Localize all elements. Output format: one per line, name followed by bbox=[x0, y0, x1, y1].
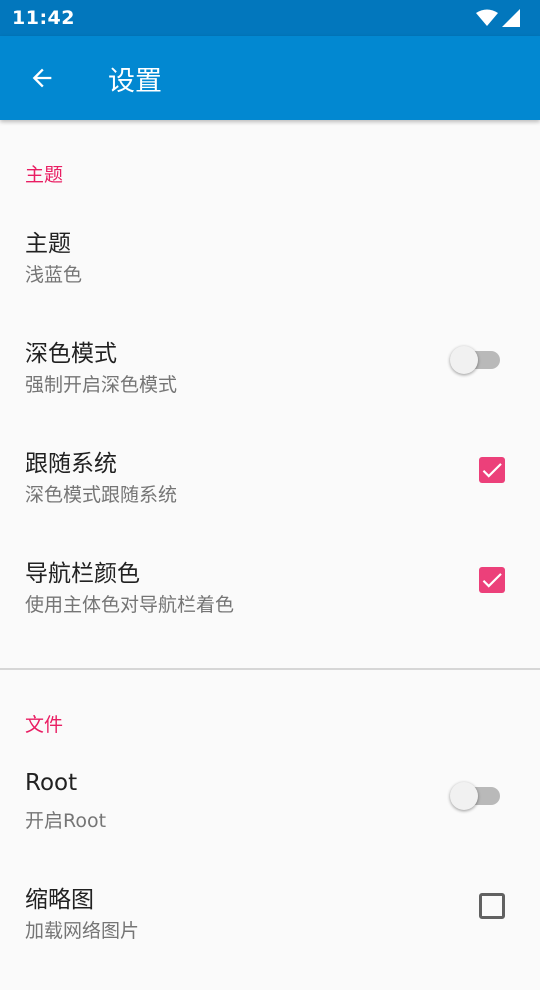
pref-title: Root bbox=[25, 770, 78, 796]
pref-title: 缩略图 bbox=[25, 887, 94, 913]
dark-mode-switch[interactable] bbox=[450, 345, 500, 375]
page-title: 设置 bbox=[108, 65, 162, 97]
section-header-files: 文件 bbox=[25, 714, 64, 736]
app-bar: 设置 bbox=[0, 36, 540, 120]
check-icon bbox=[482, 463, 502, 478]
section-header-theme: 主题 bbox=[25, 164, 64, 186]
root-switch[interactable] bbox=[450, 781, 500, 811]
status-bar: 11:42 bbox=[0, 0, 540, 36]
status-icons bbox=[476, 9, 520, 27]
pref-theme[interactable]: 主题 浅蓝色 bbox=[0, 224, 540, 334]
wifi-icon bbox=[476, 9, 498, 26]
switch-thumb bbox=[450, 782, 478, 810]
pref-title: 深色模式 bbox=[25, 341, 117, 367]
pref-thumbnail[interactable]: 缩略图 加载网络图片 bbox=[0, 880, 540, 990]
nav-bar-color-checkbox[interactable] bbox=[479, 567, 505, 593]
pref-summary: 浅蓝色 bbox=[25, 264, 83, 286]
pref-summary: 加载网络图片 bbox=[25, 920, 140, 942]
pref-title: 跟随系统 bbox=[25, 451, 117, 477]
settings-list: 主题 主题 浅蓝色 深色模式 强制开启深色模式 跟随系统 深色模式跟随系统 导航… bbox=[0, 120, 540, 990]
thumbnail-checkbox[interactable] bbox=[479, 893, 505, 919]
check-icon bbox=[482, 573, 502, 588]
pref-title: 导航栏颜色 bbox=[25, 561, 140, 587]
back-button[interactable] bbox=[0, 36, 84, 120]
cell-signal-icon bbox=[502, 9, 520, 27]
pref-summary: 深色模式跟随系统 bbox=[25, 484, 178, 506]
pref-summary: 强制开启深色模式 bbox=[25, 374, 178, 396]
pref-nav-bar-color[interactable]: 导航栏颜色 使用主体色对导航栏着色 bbox=[0, 554, 540, 664]
pref-summary: 开启Root bbox=[25, 810, 107, 832]
follow-system-checkbox[interactable] bbox=[479, 457, 505, 483]
pref-follow-system[interactable]: 跟随系统 深色模式跟随系统 bbox=[0, 444, 540, 554]
pref-dark-mode[interactable]: 深色模式 强制开启深色模式 bbox=[0, 334, 540, 444]
arrow-left-icon bbox=[32, 68, 52, 88]
switch-thumb bbox=[450, 346, 478, 374]
pref-summary: 使用主体色对导航栏着色 bbox=[25, 594, 235, 616]
pref-root[interactable]: Root 开启Root bbox=[0, 770, 540, 880]
pref-title: 主题 bbox=[25, 231, 71, 257]
status-time: 11:42 bbox=[12, 7, 75, 29]
